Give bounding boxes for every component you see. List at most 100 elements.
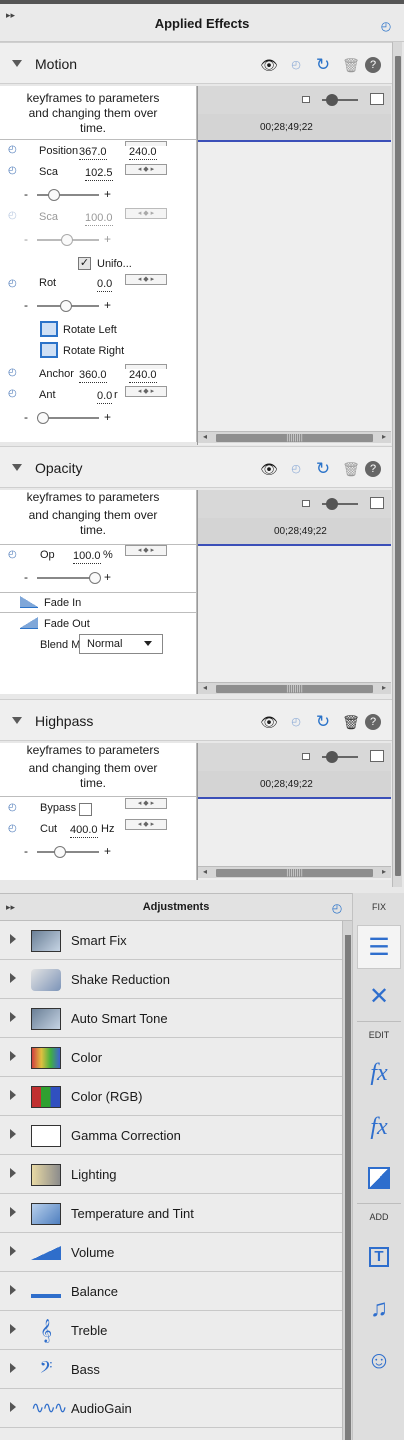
- effects-scrollbar[interactable]: [392, 42, 402, 887]
- list-item[interactable]: Balance: [0, 1272, 342, 1311]
- reset-icon[interactable]: ↻: [314, 56, 332, 74]
- list-item[interactable]: Color (RGB): [0, 1077, 342, 1116]
- eye-icon[interactable]: 👁: [260, 460, 278, 478]
- pin-icon[interactable]: ◴: [330, 901, 344, 915]
- effects-edit-icon[interactable]: fx: [357, 1051, 401, 1095]
- rotate-right-icon[interactable]: [40, 342, 58, 358]
- position-y[interactable]: 240.0: [129, 146, 157, 160]
- reset-icon[interactable]: ↻: [314, 713, 332, 731]
- position-x[interactable]: 367.0: [79, 146, 107, 160]
- expand-arrow-icon[interactable]: [10, 1129, 16, 1139]
- anti-flicker-value[interactable]: 0.0: [97, 390, 113, 404]
- stopwatch-icon[interactable]: ◴: [8, 389, 18, 399]
- minus-button[interactable]: -: [24, 188, 28, 200]
- rotate-left-button[interactable]: Rotate Left: [63, 324, 117, 336]
- list-item[interactable]: ∿∿∿ AudioGain: [0, 1389, 342, 1428]
- pin-icon[interactable]: ◴: [287, 460, 305, 478]
- list-item[interactable]: Temperature and Tint: [0, 1194, 342, 1233]
- trash-icon[interactable]: 🗑: [342, 56, 360, 74]
- minus-button[interactable]: -: [24, 845, 28, 857]
- scroll-thumb[interactable]: ||||||||: [216, 685, 373, 693]
- expand-arrow-icon[interactable]: [10, 1090, 16, 1100]
- minus-button[interactable]: -: [24, 411, 28, 423]
- slider-knob[interactable]: [60, 300, 72, 312]
- keyframe-nav[interactable]: ◂ ◆ ▸: [125, 545, 167, 556]
- time-ruler[interactable]: 00;28;49;22: [198, 114, 391, 142]
- expand-arrow-icon[interactable]: [10, 1324, 16, 1334]
- slider-knob[interactable]: [326, 751, 338, 763]
- zoom-out-icon[interactable]: [302, 753, 310, 760]
- eye-icon[interactable]: 👁: [260, 56, 278, 74]
- blend-mode-select[interactable]: Normal: [79, 634, 163, 654]
- effects-icon[interactable]: fx: [357, 1105, 401, 1149]
- music-icon[interactable]: ♫: [357, 1287, 401, 1331]
- expand-arrow-icon[interactable]: [10, 973, 16, 983]
- stopwatch-icon[interactable]: ◴: [8, 279, 18, 289]
- zoom-in-icon[interactable]: [370, 497, 384, 509]
- tools-icon[interactable]: ✕: [357, 975, 401, 1019]
- minus-button[interactable]: -: [24, 571, 28, 583]
- uniform-checkbox[interactable]: ✓: [78, 257, 91, 270]
- fade-out-icon[interactable]: [20, 617, 38, 629]
- list-item[interactable]: Auto Smart Tone: [0, 999, 342, 1038]
- zoom-slider[interactable]: [322, 94, 358, 106]
- keyframe-nav[interactable]: [125, 364, 167, 369]
- list-item[interactable]: Color: [0, 1038, 342, 1077]
- expand-arrow-icon[interactable]: [10, 1402, 16, 1412]
- expand-icon[interactable]: ▸▸: [6, 10, 15, 21]
- opacity-value[interactable]: 100.0: [73, 550, 101, 564]
- collapse-icon[interactable]: [12, 60, 22, 67]
- timeline-hscroll[interactable]: ◂ |||||||| ▸: [198, 431, 391, 443]
- scale-value[interactable]: 102.5: [85, 167, 113, 181]
- trash-icon[interactable]: 🗑: [342, 460, 360, 478]
- plus-button[interactable]: +: [104, 571, 111, 583]
- expand-arrow-icon[interactable]: [10, 1051, 16, 1061]
- stopwatch-icon[interactable]: ◴: [8, 824, 18, 834]
- trash-icon[interactable]: 🗑: [342, 713, 360, 731]
- expand-arrow-icon[interactable]: [10, 1012, 16, 1022]
- expand-arrow-icon[interactable]: [10, 1168, 16, 1178]
- plus-button[interactable]: +: [104, 299, 111, 311]
- zoom-out-icon[interactable]: [302, 96, 310, 103]
- keyframe-nav[interactable]: ◂ ◆ ▸: [125, 386, 167, 397]
- rotation-value[interactable]: 0.0: [97, 278, 113, 292]
- zoom-slider[interactable]: [322, 498, 358, 510]
- list-item[interactable]: Shake Reduction: [0, 960, 342, 999]
- stopwatch-icon[interactable]: ◴: [8, 145, 18, 155]
- opacity-slider[interactable]: [37, 572, 101, 584]
- slider-knob[interactable]: [48, 189, 60, 201]
- collapse-icon[interactable]: [12, 464, 22, 471]
- anchor-x[interactable]: 360.0: [79, 369, 107, 383]
- cutoff-slider[interactable]: [37, 846, 99, 858]
- rotation-slider[interactable]: [37, 300, 99, 312]
- timeline-hscroll[interactable]: ◂ |||||||| ▸: [198, 682, 391, 694]
- pin-icon[interactable]: ◴: [287, 56, 305, 74]
- list-item[interactable]: Gamma Correction: [0, 1116, 342, 1155]
- list-item[interactable]: Smart Fix: [0, 921, 342, 960]
- fade-in-icon[interactable]: [20, 596, 38, 608]
- stopwatch-icon[interactable]: ◴: [8, 550, 18, 560]
- opacity-timeline[interactable]: 00;28;49;22 ◂ |||||||| ▸: [197, 490, 391, 694]
- keyframe-nav[interactable]: [125, 141, 167, 146]
- slider-knob[interactable]: [89, 572, 101, 584]
- time-ruler[interactable]: 00;28;49;22: [198, 518, 391, 546]
- pin-icon[interactable]: ◴: [379, 19, 393, 33]
- highpass-header[interactable]: Highpass 👁 ◴ ↻ 🗑 ?: [0, 699, 392, 741]
- scroll-thumb[interactable]: ||||||||: [216, 869, 373, 877]
- expand-arrow-icon[interactable]: [10, 1207, 16, 1217]
- highpass-timeline[interactable]: 00;28;49;22 ◂ |||||||| ▸: [197, 743, 391, 880]
- scale-slider[interactable]: [37, 189, 99, 201]
- help-icon[interactable]: ?: [365, 461, 381, 477]
- slider-knob[interactable]: [37, 412, 49, 424]
- anchor-y[interactable]: 240.0: [129, 369, 157, 383]
- time-ruler[interactable]: 00;28;49;22: [198, 771, 391, 799]
- scroll-thumb[interactable]: [395, 56, 401, 876]
- zoom-slider[interactable]: [322, 751, 358, 763]
- titles-icon[interactable]: T: [357, 1235, 401, 1279]
- slider-knob[interactable]: [54, 846, 66, 858]
- help-icon[interactable]: ?: [365, 714, 381, 730]
- adjust-sliders-icon[interactable]: ☰: [357, 925, 401, 969]
- minus-button[interactable]: -: [24, 299, 28, 311]
- rotate-left-icon[interactable]: [40, 321, 58, 337]
- expand-arrow-icon[interactable]: [10, 934, 16, 944]
